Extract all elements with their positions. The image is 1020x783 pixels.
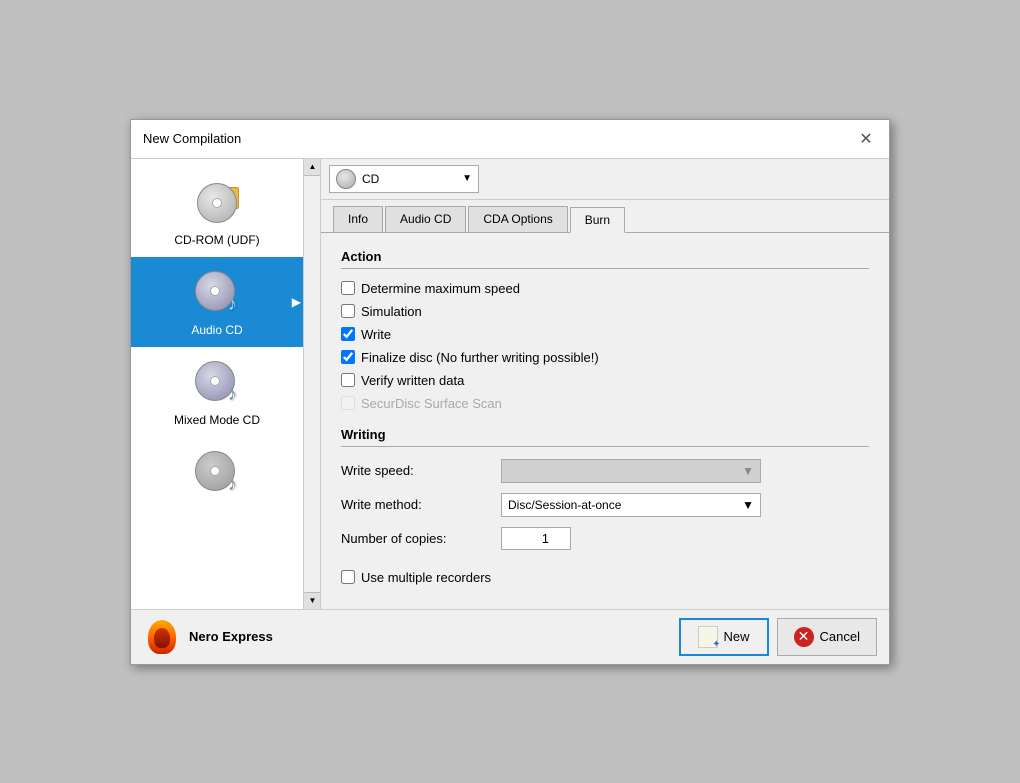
simulation-checkbox[interactable] — [341, 304, 355, 318]
use-recorders-label[interactable]: Use multiple recorders — [361, 570, 491, 585]
sidebar-item-cdrom-udf-label: CD-ROM (UDF) — [174, 233, 259, 247]
scroll-track — [304, 176, 320, 592]
brand-label: Nero Express — [189, 629, 273, 644]
footer-buttons: New ✕ Cancel — [679, 618, 877, 656]
action-divider — [341, 268, 869, 269]
sidebar-scrollbar[interactable]: ▲ ▼ — [303, 159, 320, 609]
mixed-mode-cd-icon: ♪ — [191, 357, 243, 409]
action-section-title: Action — [341, 249, 869, 264]
write-method-label: Write method: — [341, 497, 501, 512]
sidebar-item-item4[interactable]: ♪ — [131, 437, 303, 513]
use-recorders-checkbox[interactable] — [341, 570, 355, 584]
write-checkbox[interactable] — [341, 327, 355, 341]
write-speed-arrow-icon: ▼ — [742, 464, 754, 478]
write-speed-label: Write speed: — [341, 463, 501, 478]
write-method-row: Write method: Disc/Session-at-once ▼ — [341, 493, 869, 517]
securedisc-row: SecurDisc Surface Scan — [341, 396, 869, 411]
write-speed-control: ▼ — [501, 459, 761, 483]
finalize-label[interactable]: Finalize disc (No further writing possib… — [361, 350, 599, 365]
brand-area: Nero Express — [143, 618, 671, 656]
write-method-value: Disc/Session-at-once — [508, 498, 621, 512]
new-button[interactable]: New — [679, 618, 769, 656]
close-button[interactable]: ✕ — [855, 128, 877, 150]
action-section: Action Determine maximum speed Simulatio… — [341, 249, 869, 411]
dialog-title: New Compilation — [143, 131, 241, 146]
write-method-control: Disc/Session-at-once ▼ — [501, 493, 761, 517]
write-speed-dropdown[interactable]: ▼ — [501, 459, 761, 483]
write-method-dropdown[interactable]: Disc/Session-at-once ▼ — [501, 493, 761, 517]
writing-section: Writing Write speed: ▼ Write method: — [341, 427, 869, 550]
cancel-button[interactable]: ✕ Cancel — [777, 618, 877, 656]
dropdown-arrow-icon: ▼ — [462, 173, 472, 184]
writing-section-title: Writing — [341, 427, 869, 442]
audio-cd-icon: ♪ — [191, 267, 243, 319]
title-bar: New Compilation ✕ — [131, 120, 889, 159]
sidebar-item-mixed-mode-cd[interactable]: ♪ Mixed Mode CD — [131, 347, 303, 437]
write-label[interactable]: Write — [361, 327, 391, 342]
content-area: CD ▼ Info Audio CD CDA Options Burn — [321, 159, 889, 609]
finalize-row: Finalize disc (No further writing possib… — [341, 350, 869, 365]
copies-control — [501, 527, 761, 550]
selected-chevron-icon: ▶ — [292, 295, 301, 309]
tab-info[interactable]: Info — [333, 206, 383, 232]
cancel-button-label: Cancel — [820, 629, 860, 644]
simulation-label[interactable]: Simulation — [361, 304, 422, 319]
verify-row: Verify written data — [341, 373, 869, 388]
write-speed-row: Write speed: ▼ — [341, 459, 869, 483]
top-bar: CD ▼ — [321, 159, 889, 200]
simulation-row: Simulation — [341, 304, 869, 319]
determine-speed-row: Determine maximum speed — [341, 281, 869, 296]
cd-mini-icon — [336, 169, 356, 189]
scroll-up-arrow[interactable]: ▲ — [304, 159, 321, 176]
footer: Nero Express New ✕ Cancel — [131, 609, 889, 664]
new-button-label: New — [724, 629, 750, 644]
nero-logo-icon — [143, 618, 181, 656]
determine-speed-label[interactable]: Determine maximum speed — [361, 281, 520, 296]
use-recorders-section: Use multiple recorders — [341, 570, 869, 585]
tab-burn[interactable]: Burn — [570, 207, 625, 233]
copies-label: Number of copies: — [341, 531, 501, 546]
sidebar-item-audio-cd-label: Audio CD — [191, 323, 242, 337]
write-method-arrow-icon: ▼ — [742, 498, 754, 512]
securedisc-label: SecurDisc Surface Scan — [361, 396, 502, 411]
writing-divider — [341, 446, 869, 447]
burn-tab-content: Action Determine maximum speed Simulatio… — [321, 233, 889, 609]
finalize-checkbox[interactable] — [341, 350, 355, 364]
copies-input[interactable] — [501, 527, 571, 550]
item4-icon: ♪ — [191, 447, 243, 499]
write-row: Write — [341, 327, 869, 342]
cd-type-dropdown[interactable]: CD ▼ — [329, 165, 479, 193]
scroll-down-arrow[interactable]: ▼ — [304, 592, 321, 609]
tab-cda-options[interactable]: CDA Options — [468, 206, 567, 232]
sidebar-item-cdrom-udf[interactable]: CD-ROM (UDF) — [131, 167, 303, 257]
sidebar-item-audio-cd[interactable]: ♪ Audio CD ▶ — [131, 257, 303, 347]
tab-audio-cd[interactable]: Audio CD — [385, 206, 466, 232]
determine-speed-checkbox[interactable] — [341, 281, 355, 295]
securedisc-checkbox — [341, 396, 355, 410]
dropdown-label: CD — [362, 172, 456, 186]
new-compilation-dialog: New Compilation ✕ CD-ROM (UDF) — [130, 119, 890, 665]
tab-bar: Info Audio CD CDA Options Burn — [321, 200, 889, 233]
verify-checkbox[interactable] — [341, 373, 355, 387]
use-recorders-row: Use multiple recorders — [341, 570, 869, 585]
copies-row: Number of copies: — [341, 527, 869, 550]
cancel-icon: ✕ — [794, 627, 814, 647]
cdrom-udf-icon — [191, 177, 243, 229]
dialog-body: CD-ROM (UDF) ♪ Audio CD ▶ ♪ — [131, 159, 889, 609]
verify-label[interactable]: Verify written data — [361, 373, 464, 388]
new-button-icon — [698, 626, 718, 648]
sidebar: CD-ROM (UDF) ♪ Audio CD ▶ ♪ — [131, 159, 321, 609]
sidebar-item-mixed-mode-cd-label: Mixed Mode CD — [174, 413, 260, 427]
